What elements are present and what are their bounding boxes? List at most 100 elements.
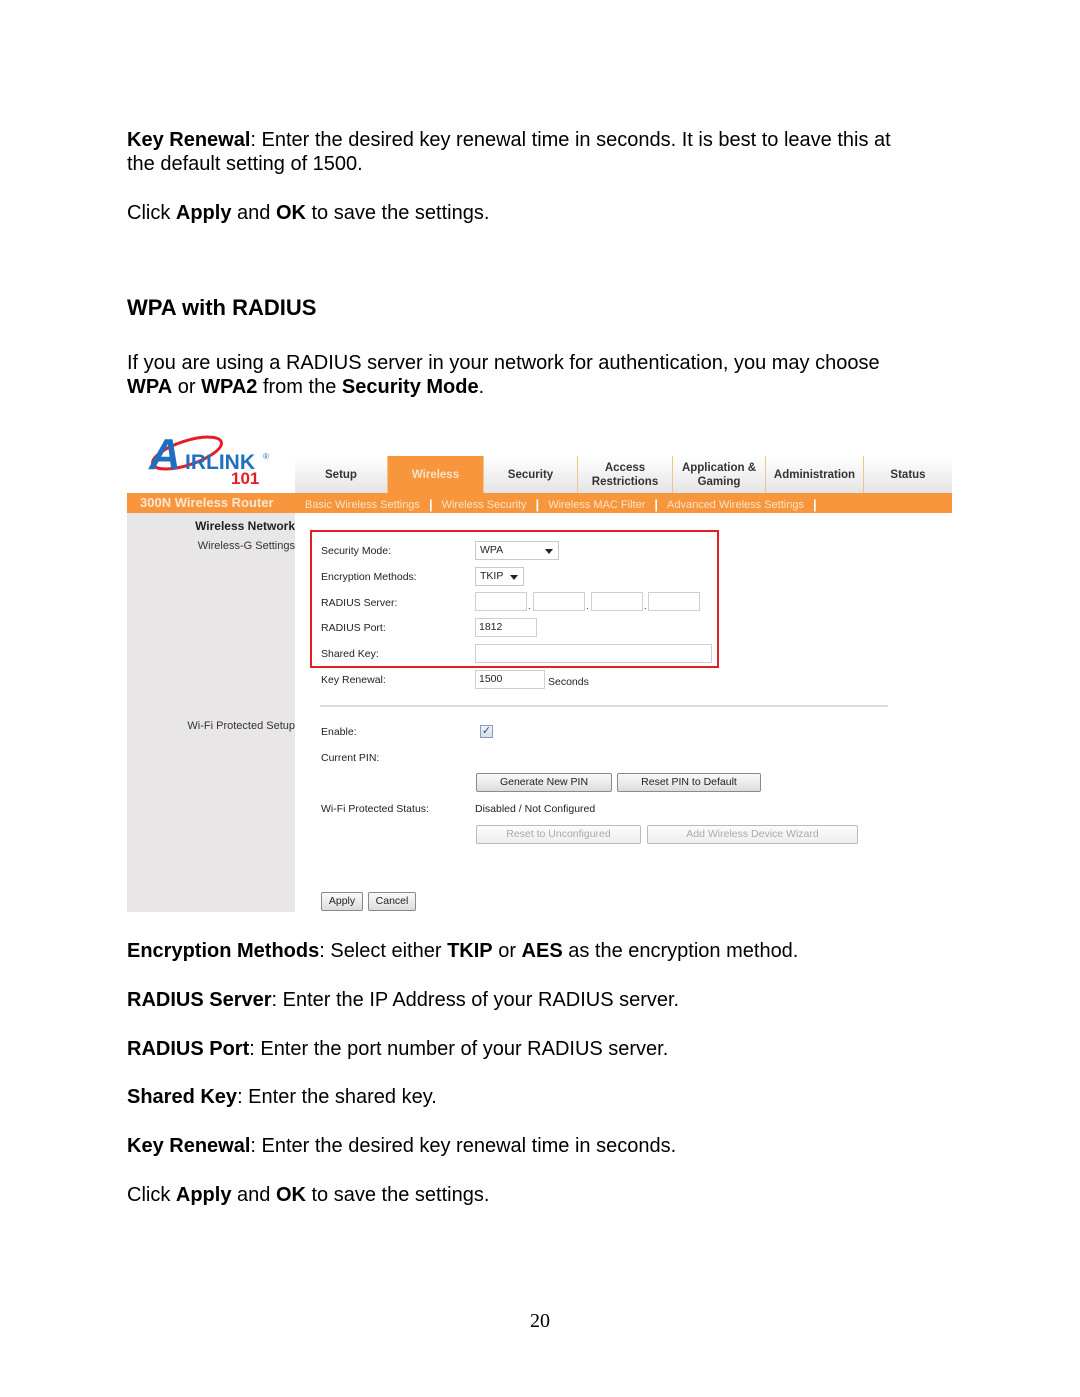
definition-key-renewal: Key Renewal: Enter the desired key renew… [127,1134,957,1158]
product-name: 300N Wireless Router [140,495,274,510]
radius-port-input[interactable]: 1812 [475,618,537,637]
definition-shared-key: Shared Key: Enter the shared key. [127,1085,957,1109]
chevron-down-icon [510,575,518,580]
radius-server-octet-2[interactable] [533,592,585,611]
apply-instruction-paragraph: Click Apply and OK to save the settings. [127,201,957,225]
reset-pin-button[interactable]: Reset PIN to Default [617,773,761,792]
radius-port-label: RADIUS Port: [321,622,386,634]
checkmark-icon: ✓ [481,725,492,737]
text: and [231,202,276,224]
subnav-wireless-security[interactable]: Wireless Security [442,499,527,511]
subnav-basic-wireless-settings[interactable]: Basic Wireless Settings [305,499,420,511]
key-renewal-input[interactable]: 1500 [475,670,545,689]
text: as the encryption method. [562,940,799,962]
main-tabs: Setup Wireless Security Access Restricti… [295,456,952,493]
sub-navigation-bar: 300N Wireless Router Basic Wireless Sett… [127,493,952,513]
term: RADIUS Server [127,989,272,1011]
term: WPA [127,376,173,398]
radius-description-paragraph: If you are using a RADIUS server in your… [127,351,957,399]
term: Apply [175,202,232,224]
radius-server-octet-4[interactable] [648,592,700,611]
selected-value: WPA [480,544,504,556]
text: and [231,1184,276,1206]
text: to save the settings. [305,202,490,224]
text: : Enter the port number of your RADIUS s… [249,1038,669,1060]
text: . [478,376,485,398]
page-number: 20 [530,1310,550,1332]
radius-server-octet-1[interactable] [475,592,527,611]
encryption-methods-label: Encryption Methods: [321,571,417,583]
section-heading: WPA with RADIUS [127,295,317,320]
term: Apply [175,1184,232,1206]
apply-button[interactable]: Apply [321,892,363,911]
selected-value: TKIP [480,570,504,582]
outro-apply-paragraph: Click Apply and OK to save the settings. [127,1183,957,1207]
key-renewal-unit: Seconds [548,676,589,688]
shared-key-label: Shared Key: [321,648,379,660]
text: : Enter the IP Address of your RADIUS se… [271,989,680,1011]
tab-wireless[interactable]: Wireless [388,456,484,493]
shared-key-input[interactable] [475,644,712,663]
svg-text:®: ® [263,452,269,461]
separator: | [428,497,433,512]
tab-application-gaming[interactable]: Application & Gaming [673,456,766,493]
tab-setup[interactable]: Setup [295,456,388,493]
radius-server-octet-3[interactable] [591,592,643,611]
sidebar-heading-wps: Wi-Fi Protected Setup [187,720,295,732]
tab-status[interactable]: Status [864,456,952,493]
tab-access-restrictions[interactable]: Access Restrictions [578,456,673,493]
text: or [172,376,202,398]
tab-security[interactable]: Security [484,456,578,493]
text: : Enter the desired key renewal time in … [250,129,891,151]
term: TKIP [447,940,493,962]
sidebar-item-wireless-g-settings: Wireless-G Settings [197,540,295,552]
security-mode-label: Security Mode: [321,545,392,557]
term: Encryption Methods [127,940,320,962]
definition-encryption-methods: Encryption Methods: Select either TKIP o… [127,939,957,963]
current-pin-label: Current PIN: [321,752,380,764]
wps-enable-checkbox[interactable]: ✓ [480,725,493,738]
wps-status-value: Disabled / Not Configured [475,803,596,815]
section-divider [320,705,888,707]
text: from the [257,376,342,398]
separator: | [812,497,817,512]
separator: | [654,497,658,512]
key-renewal-label: Key Renewal: [321,674,386,686]
text: the default setting of 1500. [127,153,363,175]
sidebar-heading-wireless-network: Wireless Network [195,519,295,533]
term: Key Renewal [127,129,251,151]
svg-text:101: 101 [231,469,259,485]
octet-separator: . [644,601,647,612]
text: Click [127,202,176,224]
security-mode-select[interactable]: WPA [475,541,559,560]
tab-administration[interactable]: Administration [766,456,864,493]
svg-text:A: A [148,430,181,479]
chevron-down-icon [545,549,553,554]
subnav-wireless-mac-filter[interactable]: Wireless MAC Filter [548,499,645,511]
text: Click [127,1184,176,1206]
sidebar: Wireless Network Wireless-G Settings Wi-… [127,513,295,912]
subnav: Basic Wireless Settings | Wireless Secur… [305,497,826,512]
generate-new-pin-button[interactable]: Generate New PIN [476,773,612,792]
airlink-logo: A IRLINK ® 101 [148,430,269,485]
term: WPA2 [201,376,258,398]
radius-server-label: RADIUS Server: [321,597,398,609]
text: or [492,940,522,962]
reset-to-unconfigured-button[interactable]: Reset to Unconfigured [476,825,641,844]
encryption-method-select[interactable]: TKIP [475,567,524,586]
router-admin-screenshot: A IRLINK ® 101 Setup Wireless Security A… [127,420,952,912]
add-wireless-device-wizard-button[interactable]: Add Wireless Device Wizard [647,825,858,844]
term: OK [275,202,306,224]
definition-radius-port: RADIUS Port: Enter the port number of yo… [127,1037,957,1061]
term: Security Mode [341,376,479,398]
text: : Select either [319,940,448,962]
term: Key Renewal [127,1135,251,1157]
text: If you are using a RADIUS server in your… [127,352,880,374]
definition-radius-server: RADIUS Server: Enter the IP Address of y… [127,988,957,1012]
cancel-button[interactable]: Cancel [368,892,416,911]
wps-status-label: Wi-Fi Protected Status: [321,803,429,815]
separator: | [535,497,540,512]
text: : Enter the shared key. [237,1086,437,1108]
term: AES [521,940,563,962]
subnav-advanced-wireless-settings[interactable]: Advanced Wireless Settings [667,499,804,511]
